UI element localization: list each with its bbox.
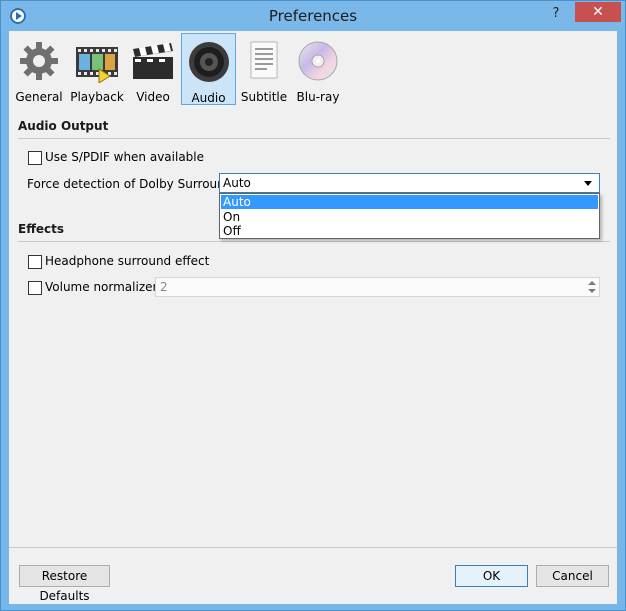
spdif-label: Use S/PDIF when available bbox=[45, 150, 205, 164]
gear-icon bbox=[17, 39, 61, 83]
headphone-label: Headphone surround effect bbox=[45, 254, 210, 268]
dolby-select-value: Auto bbox=[223, 176, 251, 190]
tab-bluray[interactable]: Blu-ray bbox=[292, 33, 344, 105]
preferences-window: Preferences ? ✕ General Playback Video A… bbox=[0, 0, 626, 611]
normalizer-checkbox[interactable] bbox=[28, 281, 42, 295]
film-icon bbox=[75, 39, 119, 84]
tab-audio[interactable]: Audio bbox=[181, 33, 236, 105]
spin-down-icon[interactable] bbox=[588, 289, 596, 293]
chevron-down-icon bbox=[584, 181, 592, 186]
dolby-select[interactable]: Auto bbox=[219, 173, 600, 193]
tab-video[interactable]: Video bbox=[129, 33, 177, 105]
tab-audio-label: Audio bbox=[191, 91, 226, 105]
tab-subtitle[interactable]: Subtitle bbox=[239, 33, 289, 105]
tab-playback-label: Playback bbox=[70, 90, 124, 104]
normalizer-value: 2 bbox=[160, 280, 168, 294]
normalizer-label: Volume normalizer bbox=[45, 280, 158, 294]
audio-output-heading: Audio Output bbox=[18, 119, 109, 133]
footer-divider bbox=[9, 547, 617, 548]
dropdown-option-auto[interactable]: Auto bbox=[221, 195, 598, 209]
title-bar: Preferences ? ✕ bbox=[1, 1, 625, 31]
ok-button[interactable]: OK bbox=[455, 565, 528, 587]
speaker-icon bbox=[187, 40, 231, 84]
tab-subtitle-label: Subtitle bbox=[240, 90, 288, 104]
clapperboard-icon bbox=[131, 39, 175, 83]
effects-heading: Effects bbox=[18, 222, 65, 236]
dolby-label: Force detection of Dolby Surround: bbox=[27, 177, 237, 191]
close-button[interactable]: ✕ bbox=[575, 2, 621, 22]
dropdown-option-on[interactable]: On bbox=[221, 210, 598, 224]
tab-bluray-label: Blu-ray bbox=[296, 90, 340, 104]
dolby-dropdown-list: Auto On Off bbox=[219, 193, 600, 239]
help-button[interactable]: ? bbox=[547, 6, 565, 24]
dialog-body: General Playback Video Audio Subtitle Bl… bbox=[9, 31, 617, 604]
restore-defaults-button[interactable]: Restore Defaults bbox=[19, 565, 110, 603]
window-title: Preferences bbox=[268, 7, 358, 25]
tab-general[interactable]: General bbox=[13, 33, 65, 105]
spdif-checkbox[interactable] bbox=[28, 151, 42, 165]
normalizer-spinbox[interactable]: 2 bbox=[155, 277, 600, 297]
spin-buttons[interactable] bbox=[587, 280, 597, 294]
spin-up-icon[interactable] bbox=[588, 281, 596, 285]
tab-playback[interactable]: Playback bbox=[68, 33, 126, 105]
effects-divider bbox=[18, 241, 610, 242]
disc-icon bbox=[296, 39, 340, 83]
audio-output-divider bbox=[18, 138, 610, 139]
category-toolbar: General Playback Video Audio Subtitle Bl… bbox=[9, 31, 617, 107]
dropdown-option-off[interactable]: Off bbox=[221, 224, 598, 238]
document-icon bbox=[242, 39, 286, 83]
tab-general-label: General bbox=[15, 90, 63, 104]
tab-video-label: Video bbox=[136, 90, 170, 104]
cancel-button[interactable]: Cancel bbox=[536, 565, 609, 587]
headphone-checkbox[interactable] bbox=[28, 255, 42, 269]
